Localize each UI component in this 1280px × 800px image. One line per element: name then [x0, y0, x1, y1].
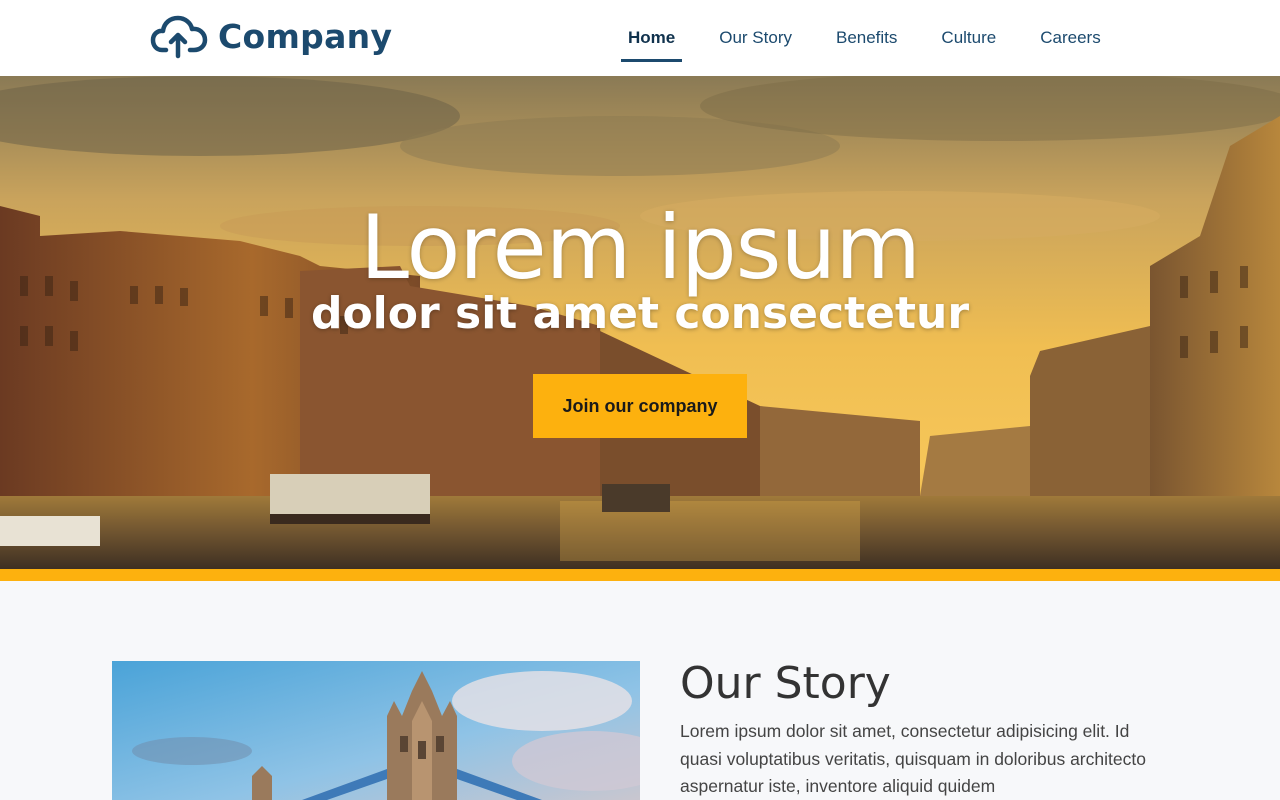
logo-text: Company — [218, 16, 393, 56]
story-text: Lorem ipsum dolor sit amet, consectetur … — [680, 721, 1146, 796]
nav-item-careers[interactable]: Careers — [1018, 0, 1122, 76]
story-image — [112, 661, 640, 800]
hero-subtitle: dolor sit amet consectetur — [310, 288, 970, 339]
hero-accent-bar — [0, 569, 1280, 581]
cloud-upload-icon — [150, 15, 208, 59]
story-title: Our Story — [680, 658, 891, 709]
tower-bridge-image — [112, 661, 640, 800]
nav-item-benefits[interactable]: Benefits — [814, 0, 919, 76]
nav-item-culture[interactable]: Culture — [919, 0, 1018, 76]
hero-section: Lorem ipsum dolor sit amet consectetur J… — [0, 76, 1280, 569]
nav-item-home[interactable]: Home — [606, 0, 697, 76]
logo[interactable]: Company — [150, 12, 392, 60]
join-company-button[interactable]: Join our company — [533, 374, 747, 438]
main-nav: Home Our Story Benefits Culture Careers — [606, 0, 1123, 76]
site-header: Company Home Our Story Benefits Culture … — [0, 0, 1280, 76]
hero-title: Lorem ipsum — [359, 196, 921, 299]
nav-item-our-story[interactable]: Our Story — [697, 0, 814, 76]
